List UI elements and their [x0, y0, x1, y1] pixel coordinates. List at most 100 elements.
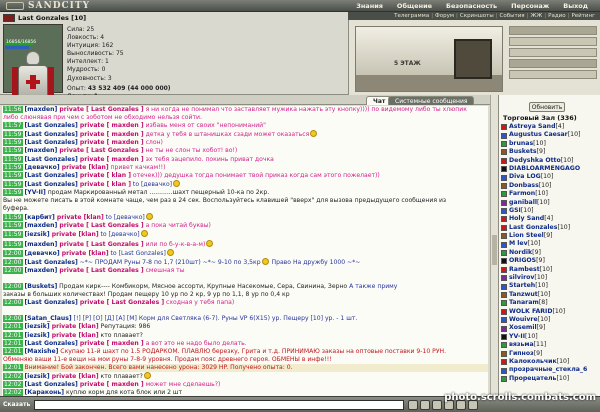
message-author[interactable]: [Buskets] — [25, 283, 58, 290]
user-list-item[interactable]: Starteh [10] — [501, 282, 599, 290]
user-name[interactable]: GSI — [509, 207, 521, 215]
user-list-item[interactable]: Прорецатель [10] — [501, 375, 599, 383]
user-name[interactable]: Starteh — [509, 282, 535, 290]
user-list-item[interactable]: ORIGOS [9] — [501, 257, 599, 265]
message-author[interactable]: [девачко] — [25, 164, 60, 171]
user-name[interactable]: DIABLOARMENGAGO — [509, 165, 580, 173]
tab-system-messages[interactable]: Системные сообщения — [388, 96, 475, 105]
message-author[interactable]: [maxden] — [25, 106, 58, 113]
location-button-5[interactable] — [509, 70, 597, 79]
user-name[interactable]: Tanzwut — [509, 291, 538, 299]
sub-radio[interactable]: Радио — [547, 12, 566, 20]
user-name[interactable]: YV-II — [509, 333, 525, 341]
message-author[interactable]: [maxden] — [25, 241, 58, 248]
user-name[interactable]: Farmon — [509, 190, 535, 198]
message-author[interactable]: [Last Gonzales] — [25, 131, 78, 138]
user-name[interactable]: Tanaram — [509, 299, 539, 307]
message-author[interactable]: [Last Gonzales] — [25, 299, 78, 306]
user-name[interactable]: Augustus Caesar — [509, 131, 568, 139]
door-image[interactable] — [454, 39, 492, 79]
message-recipient[interactable]: private [ Last Gonzales ] — [57, 106, 143, 113]
message-recipient[interactable]: private [klan] — [50, 332, 99, 339]
user-list-item[interactable]: Xosemil [9] — [501, 324, 599, 332]
user-name[interactable]: ganiball — [509, 199, 537, 207]
message-author[interactable]: [Last Gonzales] — [25, 122, 78, 129]
user-name[interactable]: silvirov — [509, 274, 534, 282]
user-list-item[interactable]: Lion Steel [9] — [501, 232, 599, 240]
message-author[interactable]: [Satan_Claus] — [25, 315, 72, 322]
chat-input[interactable] — [34, 400, 404, 410]
message-author[interactable]: [Last Gonzales] — [25, 181, 78, 188]
menu-exit[interactable]: Выход — [563, 0, 588, 12]
user-list-item[interactable]: silvirov [10] — [501, 274, 599, 282]
sub-telegram[interactable]: Телеграмма — [393, 12, 430, 20]
message-author[interactable]: [девачко] — [25, 250, 60, 257]
message-author[interactable]: [Last Gonzales] — [25, 172, 78, 179]
user-name[interactable]: Калокольчик — [509, 358, 557, 366]
refresh-button[interactable]: Обновить — [529, 102, 565, 112]
user-list-item[interactable]: Калокольчик [10] — [501, 358, 599, 366]
message-author[interactable]: [Last Gonzales] — [25, 381, 78, 388]
message-recipient[interactable]: private [ Last Gonzales ] — [57, 267, 143, 274]
message-author[interactable]: [Last Gonzales] — [25, 340, 78, 347]
message-recipient[interactable]: private [klan] — [50, 323, 99, 330]
message-author[interactable]: [iezsik] — [25, 373, 50, 380]
user-name[interactable]: Donbass — [509, 182, 539, 190]
message-recipient[interactable]: private [ maxden ] — [78, 131, 144, 138]
message-author[interactable]: [Maxishe] — [25, 348, 59, 355]
sub-events[interactable]: События — [499, 12, 526, 20]
message-recipient[interactable]: private [ klan ] — [78, 181, 131, 188]
user-name[interactable]: Diva LOG — [509, 173, 541, 181]
message-recipient[interactable]: private [ Last Gonzales ] — [78, 299, 164, 306]
menu-security[interactable]: Безопасность — [446, 0, 497, 12]
user-list-item[interactable]: Rambest [10] — [501, 266, 599, 274]
user-list-item[interactable]: GSI [10] — [501, 207, 599, 215]
user-name[interactable]: Nordik — [509, 249, 532, 257]
user-list-item[interactable]: Donbass [10] — [501, 182, 599, 190]
user-name[interactable]: Прорецатель — [509, 375, 556, 383]
user-list-item[interactable]: Farmon [10] — [501, 190, 599, 198]
message-recipient[interactable]: private [ maxden ] — [78, 122, 144, 129]
message-recipient[interactable]: private [ maxden ] — [78, 139, 144, 146]
user-name[interactable]: Lion Steel — [509, 232, 544, 240]
message-author[interactable]: [Караконь] — [25, 389, 65, 396]
user-list-item[interactable]: YV-II [10] — [501, 333, 599, 341]
menu-knowledge[interactable]: Знания — [356, 0, 383, 12]
user-list-item[interactable]: Nordik [9] — [501, 249, 599, 257]
location-button-4[interactable] — [509, 59, 597, 68]
chat-scrollbar[interactable] — [490, 95, 498, 396]
message-author[interactable]: [maxden] — [25, 222, 58, 229]
sub-journal[interactable]: ЖЖ — [529, 12, 543, 20]
user-list-item[interactable]: Last Gonzales [10] — [501, 224, 599, 232]
message-recipient[interactable]: private [ klan ] — [78, 172, 131, 179]
message-author[interactable]: [maxden] — [25, 147, 58, 154]
character-name[interactable]: Last Gonzales [10] — [18, 14, 86, 22]
scroll-thumb[interactable] — [492, 235, 497, 265]
user-list-item[interactable]: DIABLOARMENGAGO — [501, 165, 599, 173]
user-name[interactable]: Wouivre — [509, 316, 538, 324]
user-list-item[interactable]: Buskets [9] — [501, 148, 599, 156]
message-recipient[interactable]: private [ maxden ] — [78, 340, 144, 347]
message-recipient[interactable]: private [ Last Gonzales ] — [57, 147, 143, 154]
smile-icon[interactable] — [432, 400, 442, 410]
sub-forum[interactable]: Форум — [434, 12, 455, 20]
chat-log[interactable]: 11:56 [maxden] private [ Last Gonzales ]… — [2, 106, 488, 396]
sub-rating[interactable]: Рейтинг — [570, 12, 596, 20]
message-recipient[interactable]: private [ maxden ] — [78, 381, 144, 388]
user-list-item[interactable]: Tanaram [8] — [501, 299, 599, 307]
user-list-item[interactable]: ganiball [10] — [501, 199, 599, 207]
message-recipient[interactable]: private [klan] — [50, 231, 99, 238]
message-author[interactable]: [Last Gonzales] — [25, 259, 78, 266]
user-list-item[interactable]: прозрачные_стекла_6 — [501, 366, 599, 374]
message-recipient[interactable]: private [ Last Gonzales ] — [57, 222, 143, 229]
message-recipient[interactable]: private [klan] — [55, 214, 104, 221]
user-list-item[interactable]: brunas [10] — [501, 140, 599, 148]
menu-communication[interactable]: Общение — [397, 0, 432, 12]
user-list-item[interactable]: Augustus Caesar [10] — [501, 131, 599, 139]
message-recipient[interactable]: private [ Last Gonzales ] — [57, 241, 143, 248]
user-name[interactable]: Buskets — [509, 148, 537, 156]
clear-icon[interactable] — [420, 400, 430, 410]
user-name[interactable]: brunas — [509, 140, 533, 148]
message-author[interactable]: [iezsik] — [25, 231, 50, 238]
user-list-item[interactable]: вязьма [11] — [501, 341, 599, 349]
